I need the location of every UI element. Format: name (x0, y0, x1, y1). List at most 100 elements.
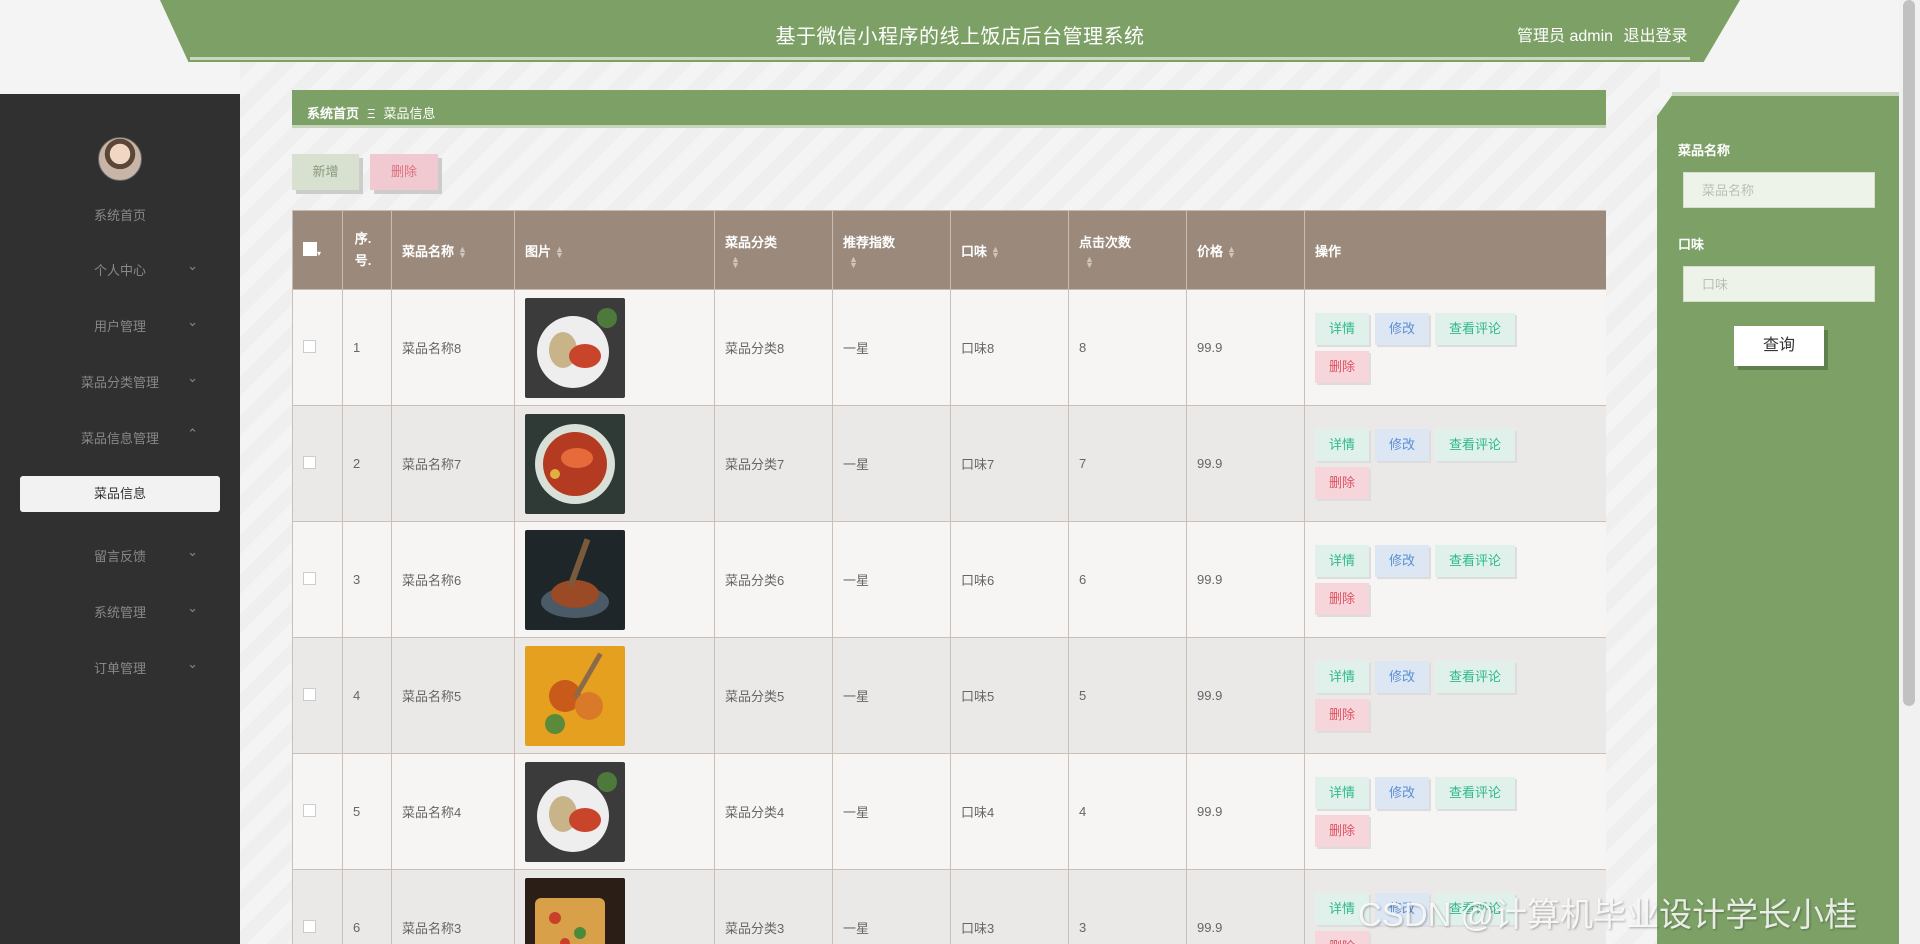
search-name-input[interactable] (1683, 172, 1875, 208)
image-cell (514, 405, 715, 522)
table-row: 1 菜品名称8 菜品分类8 一星 口味8 8 99.9 详情 修改 查看评论 删除 (292, 289, 1606, 406)
row-delete-button[interactable]: 删除 (1315, 582, 1370, 615)
detail-button[interactable]: 详情 (1315, 660, 1370, 693)
dish-image[interactable] (525, 297, 704, 398)
view-reviews-button[interactable]: 查看评论 (1435, 428, 1516, 461)
row-select-cell (292, 289, 343, 406)
detail-button[interactable]: 详情 (1315, 428, 1370, 461)
col-clicks-header[interactable]: 点击次数 ▲ ▼ (1068, 210, 1187, 290)
edit-button[interactable]: 修改 (1375, 776, 1430, 809)
detail-button[interactable]: 详情 (1315, 312, 1370, 345)
index-cell: 4 (342, 637, 392, 754)
row-select-cell (292, 405, 343, 522)
row-checkbox[interactable] (303, 919, 316, 933)
col-price-header[interactable]: 价格 ▲ ▼ (1186, 210, 1305, 290)
breadcrumb-home[interactable]: 系统首页 (307, 106, 359, 121)
chevron-down-icon: ⌄ (187, 314, 198, 329)
chevron-down-icon: ⌄ (187, 656, 198, 671)
dish-image[interactable] (525, 877, 704, 944)
dish-image[interactable] (525, 529, 704, 630)
col-image-header[interactable]: 图片 ▲ ▼ (514, 210, 715, 290)
dish-image[interactable] (525, 761, 704, 862)
search-button[interactable]: 查询 (1734, 326, 1824, 366)
price-cell: 99.9 (1186, 869, 1305, 944)
price-cell: 99.9 (1186, 753, 1305, 870)
sidebar-item-6[interactable]: 系统管理 ⌄ (0, 600, 240, 621)
search-taste-input[interactable] (1683, 266, 1875, 302)
sort-icon[interactable]: ▲ ▼ (849, 255, 858, 270)
view-reviews-button[interactable]: 查看评论 (1435, 660, 1516, 693)
view-reviews-button[interactable]: 查看评论 (1435, 776, 1516, 809)
sort-icon[interactable]: ▲ ▼ (555, 245, 564, 260)
col-category-header[interactable]: 菜品分类 ▲ ▼ (714, 210, 833, 290)
index-cell: 2 (342, 405, 392, 522)
sidebar-item-label: 系统首页 (93, 208, 146, 223)
row-select-cell (292, 637, 343, 754)
col-taste-header[interactable]: 口味 ▲ ▼ (950, 210, 1069, 290)
row-select-cell (292, 753, 343, 870)
select-all-header: ▾ (292, 210, 343, 290)
search-panel-divider (1672, 92, 1899, 96)
edit-button[interactable]: 修改 (1375, 312, 1430, 345)
add-button[interactable]: 新增 (292, 154, 359, 190)
bulk-delete-button[interactable]: 删除 (370, 154, 438, 190)
view-reviews-button[interactable]: 查看评论 (1435, 312, 1516, 345)
sidebar-item-5[interactable]: 留言反馈 ⌄ (0, 544, 240, 565)
image-cell (514, 289, 715, 406)
row-select-cell (292, 521, 343, 638)
row-checkbox[interactable] (303, 455, 316, 469)
table-row: 5 菜品名称4 菜品分类4 一星 口味4 4 99.9 详情 修改 查看评论 删除 (292, 753, 1606, 870)
page-scrollbar-thumb[interactable] (1903, 0, 1915, 706)
actions-cell: 详情修改查看评论删除 (1304, 521, 1606, 638)
sidebar-item-7[interactable]: 订单管理 ⌄ (0, 656, 240, 677)
col-category-label: 菜品分类 (725, 234, 778, 250)
sidebar-item-2[interactable]: 用户管理 ⌄ (0, 314, 240, 335)
chevron-down-icon: ⌄ (187, 258, 198, 273)
row-checkbox[interactable] (303, 803, 316, 817)
row-delete-button[interactable]: 删除 (1315, 814, 1370, 847)
sidebar-item-0[interactable]: 系统首页 (0, 205, 240, 224)
name-cell: 菜品名称5 (391, 637, 515, 754)
index-cell: 6 (342, 869, 392, 944)
sidebar-item-1[interactable]: 个人中心 ⌄ (0, 258, 240, 279)
edit-button[interactable]: 修改 (1375, 428, 1430, 461)
row-delete-button[interactable]: 删除 (1315, 350, 1370, 383)
col-taste-label: 口味 (961, 243, 988, 259)
detail-button[interactable]: 详情 (1315, 544, 1370, 577)
sort-icon[interactable]: ▲ ▼ (1085, 255, 1094, 270)
image-cell (514, 521, 715, 638)
sort-icon[interactable]: ▲ ▼ (458, 245, 467, 260)
sidebar-sub-item-dish-info[interactable]: 菜品信息 (20, 476, 220, 512)
avatar[interactable] (98, 137, 142, 181)
col-actions-header: 操作 (1304, 210, 1606, 290)
dish-image[interactable] (525, 413, 704, 514)
row-actions: 详情修改查看评论删除 (1315, 426, 1545, 502)
logout-link[interactable]: 退出登录 (1623, 28, 1687, 45)
row-checkbox[interactable] (303, 687, 316, 701)
search-name-label: 菜品名称 (1678, 143, 1731, 158)
detail-button[interactable]: 详情 (1315, 776, 1370, 809)
col-name-header[interactable]: 菜品名称 ▲ ▼ (391, 210, 515, 290)
sidebar-item-4[interactable]: 菜品信息管理 ⌃ (0, 426, 240, 447)
row-actions: 详情修改查看评论删除 (1315, 658, 1545, 734)
sidebar-item-3[interactable]: 菜品分类管理 ⌄ (0, 370, 240, 391)
sort-icon[interactable]: ▲ ▼ (991, 245, 1000, 260)
row-checkbox[interactable] (303, 339, 316, 353)
view-reviews-button[interactable]: 查看评论 (1435, 544, 1516, 577)
edit-button[interactable]: 修改 (1375, 660, 1430, 693)
col-rating-header[interactable]: 推荐指数 ▲ ▼ (832, 210, 951, 290)
select-all-checkbox[interactable] (303, 241, 317, 256)
name-cell: 菜品名称4 (391, 753, 515, 870)
row-delete-button[interactable]: 删除 (1315, 698, 1370, 731)
index-cell: 5 (342, 753, 392, 870)
row-checkbox[interactable] (303, 571, 316, 585)
row-delete-button[interactable]: 删除 (1315, 466, 1370, 499)
image-cell (514, 753, 715, 870)
edit-button[interactable]: 修改 (1375, 544, 1430, 577)
app-title: 基于微信小程序的线上饭店后台管理系统 (775, 26, 1145, 48)
sort-icon[interactable]: ▲ ▼ (1227, 245, 1236, 260)
index-cell: 3 (342, 521, 392, 638)
dish-image[interactable] (525, 645, 704, 746)
chevron-down-icon: ⌄ (187, 600, 198, 615)
sort-icon[interactable]: ▲ ▼ (731, 255, 740, 270)
